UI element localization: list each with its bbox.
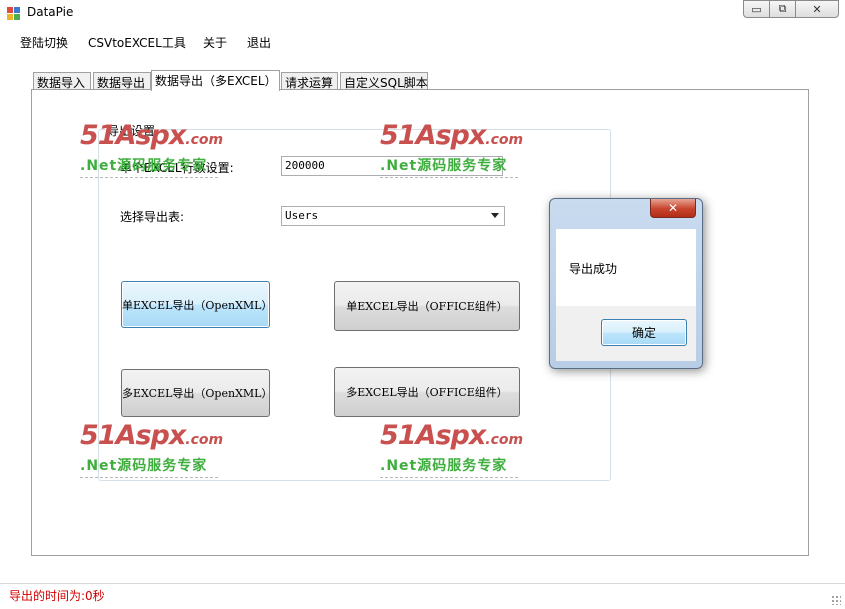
app-icon [7,7,21,21]
close-icon: ✕ [667,201,679,215]
multi-excel-office-button[interactable]: 多EXCEL导出（OFFICE组件） [334,367,520,417]
window-title: DataPie [27,5,74,19]
close-icon: ✕ [812,2,822,16]
menu-bar: 登陆切换 CSVtoEXCEL工具 关于 退出 [0,30,845,54]
chevron-down-icon [491,213,499,218]
minimize-button[interactable]: ▭ [743,0,770,18]
ok-button[interactable]: 确定 [601,319,687,346]
rows-per-excel-input[interactable]: 200000 [281,156,503,176]
tab-data-export-multi-excel[interactable]: 数据导出（多EXCEL） [151,70,280,91]
multi-excel-openxml-button[interactable]: 多EXCEL导出（OpenXML） [121,369,272,417]
dialog-message: 导出成功 [569,262,618,276]
close-button[interactable]: ✕ [795,0,839,18]
single-excel-openxml-button[interactable]: 单EXCEL导出（OpenXML） [121,281,272,328]
dialog-close-button[interactable]: ✕ [650,199,696,218]
restore-button[interactable]: ⧉ [769,0,796,18]
dialog-body: 导出成功 [556,229,696,306]
export-table-label: 选择导出表: [120,210,185,224]
tab-data-export[interactable]: 数据导出 [93,72,151,90]
group-title: 导出设置 [105,122,158,139]
tab-data-import[interactable]: 数据导入 [33,72,91,90]
tab-custom-sql[interactable]: 自定义SQL脚本 [340,72,428,90]
status-text: 导出的时间为:0秒 [9,589,105,603]
tab-request-compute[interactable]: 请求运算 [281,72,338,90]
window-controls: ▭ ⧉ ✕ [743,0,839,18]
menu-item-exit[interactable]: 退出 [246,34,272,51]
dialog-footer: 确定 [556,306,696,361]
restore-icon: ⧉ [778,2,787,15]
rows-per-excel-label: 单个EXCEL行数设置: [120,161,234,175]
single-excel-office-button[interactable]: 单EXCEL导出（OFFICE组件） [334,281,520,331]
export-table-select[interactable]: Users [281,206,505,226]
minimize-icon: ▭ [751,2,762,16]
resize-grip-icon[interactable] [831,595,841,605]
menu-item-login-switch[interactable]: 登陆切换 [19,34,69,51]
message-dialog: ✕ 导出成功 确定 [549,198,703,369]
menu-item-about[interactable]: 关于 [202,34,228,51]
title-bar: DataPie ▭ ⧉ ✕ [0,0,845,28]
export-table-value: Users [285,209,319,222]
status-bar: 导出的时间为:0秒 [0,583,845,609]
menu-item-csv-to-excel[interactable]: CSVtoEXCEL工具 [87,34,187,51]
